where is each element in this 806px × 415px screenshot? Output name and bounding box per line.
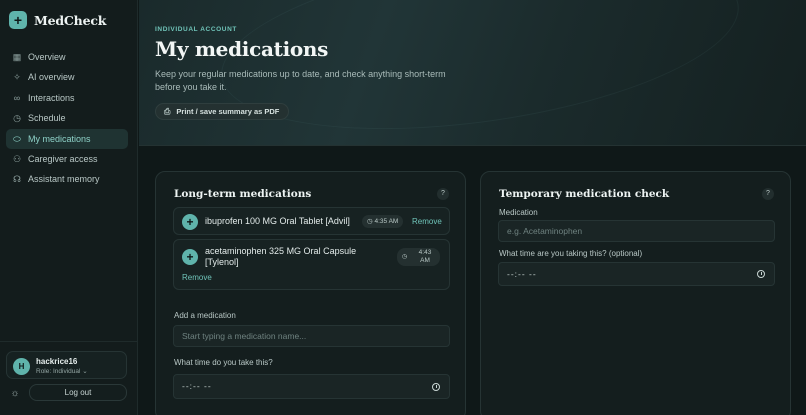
remove-medication-button[interactable]: Remove <box>412 217 442 226</box>
clock-icon[interactable] <box>757 270 765 278</box>
remove-medication-button[interactable]: Remove <box>182 273 212 282</box>
card-title: Temporary medication check <box>499 188 670 200</box>
grid-icon: ▦ <box>12 52 22 62</box>
role-selector[interactable]: Role: Individual ⌄ <box>36 367 88 375</box>
long-term-medications-card: Long-term medications ? + ibuprofen 100 … <box>155 171 466 415</box>
dose-time-badge: ◷ 4:43 AM <box>397 248 440 266</box>
help-icon[interactable]: ? <box>437 188 449 200</box>
medcheck-logo-icon: + <box>9 11 27 29</box>
clock-icon: ◷ <box>402 254 408 260</box>
account-type-label: INDIVIDUAL ACCOUNT <box>155 26 237 33</box>
temporary-medication-card: Temporary medication check ? Medication … <box>480 171 791 415</box>
sidebar-item-label: AI overview <box>28 72 75 83</box>
sidebar-item-label: Assistant memory <box>28 174 100 185</box>
card-title: Long-term medications <box>174 188 312 200</box>
medication-item: + acetaminophen 325 MG Oral Capsule [Tyl… <box>173 239 450 290</box>
sparkle-icon: ✧ <box>13 72 21 83</box>
time-taken-label: What time are you taking this? (optional… <box>499 249 643 258</box>
clock-icon: ◷ <box>367 218 373 225</box>
print-summary-button[interactable]: ⎙ Print / save summary as PDF <box>155 103 290 120</box>
add-dose-icon[interactable]: + <box>182 214 198 230</box>
sidebar-nav: ▦ Overview ✧ AI overview ∞ Interactions … <box>6 47 128 190</box>
link-icon: ∞ <box>13 92 21 103</box>
user-card[interactable]: H hackrice16 Role: Individual ⌄ <box>6 351 127 379</box>
sidebar-divider <box>0 341 138 342</box>
logout-button[interactable]: Log out <box>29 384 127 401</box>
dose-time: 4:35 AM <box>374 218 399 225</box>
dose-time-input[interactable]: --:-- -- <box>173 374 450 399</box>
sidebar-item-interactions[interactable]: ∞ Interactions <box>6 88 128 108</box>
theme-toggle-icon[interactable]: ☼ <box>9 388 21 400</box>
clock-icon: ◷ <box>13 113 21 124</box>
dose-time-label: What time do you take this? <box>174 358 273 367</box>
page-title: My medications <box>155 37 329 61</box>
clock-icon[interactable] <box>432 383 440 391</box>
medication-input[interactable]: e.g. Acetaminophen <box>498 220 775 242</box>
brand[interactable]: + MedCheck <box>9 11 106 29</box>
sidebar-item-label: Interactions <box>28 92 75 103</box>
time-value: --:-- -- <box>507 269 537 279</box>
sidebar-item-label: Overview <box>28 52 66 62</box>
add-medication-label: Add a medication <box>174 311 236 320</box>
avatar: H <box>13 358 30 375</box>
sidebar-item-overview[interactable]: ▦ Overview <box>6 47 128 67</box>
time-value: --:-- -- <box>182 381 212 391</box>
brand-name: MedCheck <box>34 12 107 28</box>
add-medication-input[interactable]: Start typing a medication name... <box>173 325 450 347</box>
help-icon[interactable]: ? <box>762 188 774 200</box>
sidebar-item-label: Schedule <box>28 113 66 124</box>
printer-icon: ⎙ <box>164 106 171 116</box>
pill-icon: ⬭ <box>13 133 21 144</box>
print-summary-label: Print / save summary as PDF <box>176 107 280 116</box>
sidebar-item-caregiver-access[interactable]: ⚇ Caregiver access <box>6 149 128 169</box>
sidebar-item-assistant-memory[interactable]: ☊ Assistant memory <box>6 169 128 189</box>
medication-name: acetaminophen 325 MG Oral Capsule [Tylen… <box>205 246 357 267</box>
sidebar-item-label: My medications <box>28 133 91 144</box>
dose-time-badge: ◷ 4:35 AM <box>362 215 404 228</box>
time-taken-input[interactable]: --:-- -- <box>498 262 775 286</box>
page-header: INDIVIDUAL ACCOUNT My medications Keep y… <box>139 0 806 146</box>
brain-icon: ☊ <box>13 174 21 185</box>
medication-item: + ibuprofen 100 MG Oral Tablet [Advil] ◷… <box>173 207 450 235</box>
medication-label: Medication <box>499 208 538 217</box>
add-dose-icon[interactable]: + <box>182 249 198 265</box>
sidebar-item-schedule[interactable]: ◷ Schedule <box>6 108 128 128</box>
sidebar-item-ai-overview[interactable]: ✧ AI overview <box>6 67 128 87</box>
dose-time: 4:43 AM <box>418 249 432 264</box>
sidebar-item-my-medications[interactable]: ⬭ My medications <box>6 128 128 149</box>
user-name: hackrice16 <box>36 357 78 366</box>
page-subtitle: Keep your regular medications up to date… <box>155 69 446 92</box>
users-icon: ⚇ <box>12 153 22 164</box>
medication-name: ibuprofen 100 MG Oral Tablet [Advil] <box>205 216 350 226</box>
sidebar: + MedCheck ▦ Overview ✧ AI overview ∞ In… <box>0 0 138 415</box>
sidebar-item-label: Caregiver access <box>28 153 98 164</box>
